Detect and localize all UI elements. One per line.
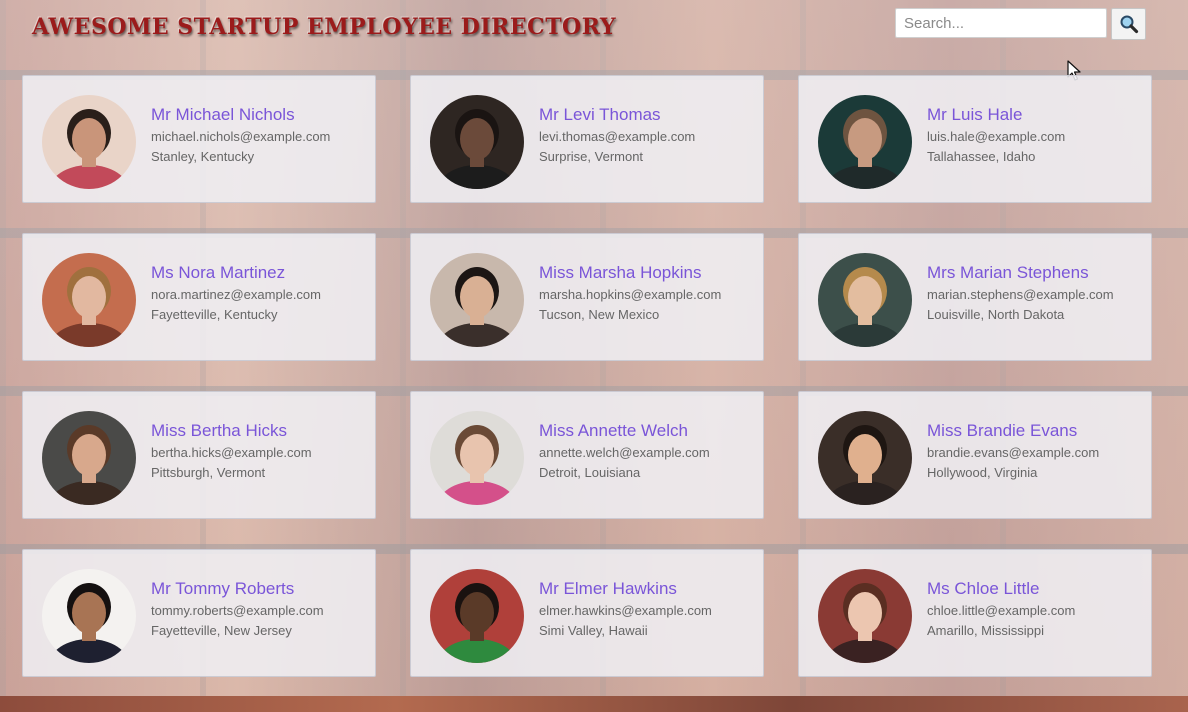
employee-card[interactable]: Mrs Marian Stephens marian.stephens@exam… xyxy=(798,233,1152,361)
avatar xyxy=(430,95,524,189)
employee-email: annette.welch@example.com xyxy=(539,445,710,460)
employee-location: Stanley, Kentucky xyxy=(151,149,255,164)
employee-email: michael.nichols@example.com xyxy=(151,129,331,144)
employee-email: luis.hale@example.com xyxy=(927,129,1066,144)
employee-name: Ms Chloe Little xyxy=(927,579,1040,598)
employee-name: Miss Brandie Evans xyxy=(927,421,1078,440)
avatar xyxy=(430,411,524,505)
employee-card[interactable]: Miss Bertha Hicks bertha.hicks@example.c… xyxy=(22,391,376,519)
employee-name: Mr Elmer Hawkins xyxy=(539,579,677,598)
employee-card[interactable]: Miss Annette Welch annette.welch@example… xyxy=(410,391,764,519)
employee-gallery: Mr Michael Nichols michael.nichols@examp… xyxy=(22,75,1152,677)
background-strip xyxy=(0,696,1188,712)
employee-location: Hollywood, Virginia xyxy=(927,465,1038,480)
employee-email: marian.stephens@example.com xyxy=(927,287,1114,302)
avatar xyxy=(818,411,912,505)
avatar xyxy=(430,569,524,663)
employee-location: Fayetteville, New Jersey xyxy=(151,623,292,638)
employee-card[interactable]: Mr Tommy Roberts tommy.roberts@example.c… xyxy=(22,549,376,677)
employee-location: Simi Valley, Hawaii xyxy=(539,623,648,638)
avatar xyxy=(42,411,136,505)
employee-card[interactable]: Ms Nora Martinez nora.martinez@example.c… xyxy=(22,233,376,361)
employee-card[interactable]: Miss Marsha Hopkins marsha.hopkins@examp… xyxy=(410,233,764,361)
employee-email: tommy.roberts@example.com xyxy=(151,603,324,618)
employee-name: Miss Bertha Hicks xyxy=(151,421,288,440)
employee-location: Louisville, North Dakota xyxy=(927,307,1065,322)
employee-location: Pittsburgh, Vermont xyxy=(151,465,266,480)
employee-email: bertha.hicks@example.com xyxy=(151,445,312,460)
employee-email: brandie.evans@example.com xyxy=(927,445,1100,460)
employee-name: Mrs Marian Stephens xyxy=(927,263,1089,282)
search-form xyxy=(895,8,1146,40)
avatar xyxy=(42,253,136,347)
search-input[interactable] xyxy=(895,8,1107,38)
avatar xyxy=(42,95,136,189)
employee-name: Mr Luis Hale xyxy=(927,105,1023,124)
employee-card[interactable]: Mr Elmer Hawkins elmer.hawkins@example.c… xyxy=(410,549,764,677)
avatar xyxy=(430,253,524,347)
employee-email: levi.thomas@example.com xyxy=(539,129,696,144)
search-button[interactable] xyxy=(1111,8,1146,40)
employee-name: Mr Tommy Roberts xyxy=(151,579,295,598)
employee-email: marsha.hopkins@example.com xyxy=(539,287,722,302)
employee-location: Tallahassee, Idaho xyxy=(927,149,1036,164)
employee-location: Fayetteville, Kentucky xyxy=(151,307,278,322)
employee-location: Surprise, Vermont xyxy=(539,149,644,164)
employee-location: Tucson, New Mexico xyxy=(539,307,660,322)
employee-name: Miss Marsha Hopkins xyxy=(539,263,702,282)
employee-name: Mr Michael Nichols xyxy=(151,105,295,124)
employee-name: Miss Annette Welch xyxy=(539,421,688,440)
employee-card[interactable]: Mr Luis Hale luis.hale@example.com Talla… xyxy=(798,75,1152,203)
avatar xyxy=(818,95,912,189)
avatar xyxy=(818,253,912,347)
employee-email: nora.martinez@example.com xyxy=(151,287,321,302)
employee-card[interactable]: Miss Brandie Evans brandie.evans@example… xyxy=(798,391,1152,519)
avatar xyxy=(818,569,912,663)
employee-location: Detroit, Louisiana xyxy=(539,465,641,480)
employee-name: Ms Nora Martinez xyxy=(151,263,286,282)
employee-card[interactable]: Mr Levi Thomas levi.thomas@example.com S… xyxy=(410,75,764,203)
employee-card[interactable]: Ms Chloe Little chloe.little@example.com… xyxy=(798,549,1152,677)
employee-name: Mr Levi Thomas xyxy=(539,105,661,124)
employee-location: Amarillo, Mississippi xyxy=(927,623,1045,638)
avatar xyxy=(42,569,136,663)
employee-card[interactable]: Mr Michael Nichols michael.nichols@examp… xyxy=(22,75,376,203)
search-icon xyxy=(1120,15,1138,34)
employee-email: elmer.hawkins@example.com xyxy=(539,603,712,618)
employee-email: chloe.little@example.com xyxy=(927,603,1076,618)
page-title: AWESOME STARTUP EMPLOYEE DIRECTORY xyxy=(32,14,617,40)
